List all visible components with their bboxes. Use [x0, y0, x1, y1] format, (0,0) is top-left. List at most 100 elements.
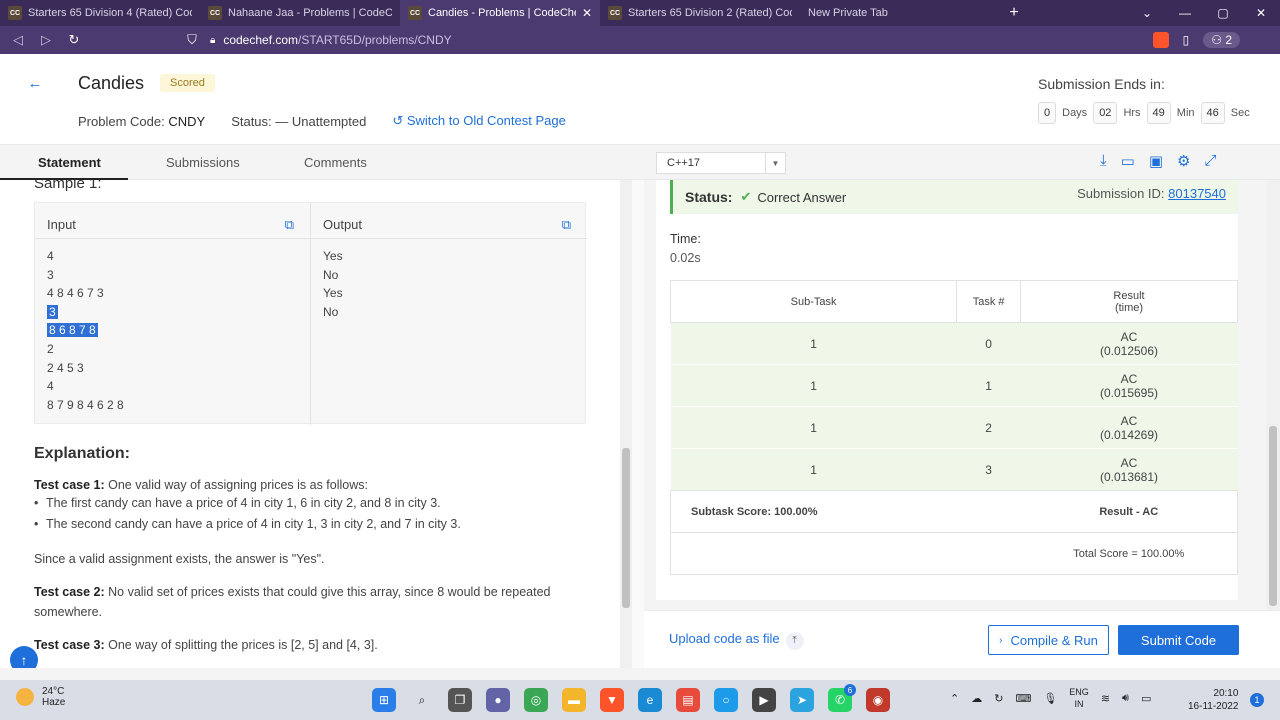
table-row: 10 AC (0.012506) [670, 322, 1238, 365]
search-icon[interactable]: ⌕ [410, 688, 434, 712]
play-icon: › [999, 634, 1003, 646]
chevron-up-icon[interactable]: ⌃ [950, 692, 959, 705]
table-row: 11 AC (0.015695) [670, 364, 1238, 407]
language-indicator[interactable]: ENG IN [1069, 686, 1089, 710]
private-profile-button[interactable]: ⚇ 2 [1203, 32, 1240, 48]
history-icon: ↺ [392, 113, 404, 128]
problem-tabs-bar: Statement Submissions Comments C++17 ▼ ⤓… [0, 144, 1280, 181]
chrome-icon[interactable]: ◎ [524, 688, 548, 712]
selected-text: 3 [47, 304, 58, 319]
new-tab-icon[interactable]: + [1000, 0, 1028, 26]
media-player-icon[interactable]: ▶ [752, 688, 776, 712]
close-window-icon[interactable]: ✕ [1242, 0, 1280, 26]
tab-submissions[interactable]: Submissions [166, 155, 240, 170]
taskbar-apps: ⊞ ⌕ ❐ ● ◎ ▬ ▼ e ▤ ○ ▶ ➤ ✆ 6 ◉ [372, 684, 890, 712]
minimize-icon[interactable]: — [1166, 0, 1204, 26]
close-tab-icon[interactable]: ✕ [582, 6, 592, 20]
explanation-bullet: The second candy can have a price of 4 i… [34, 517, 461, 531]
sidebar-toggle-icon[interactable]: ▯ [1183, 33, 1190, 47]
browser-tab-active[interactable]: CC Candies - Problems | CodeChef ✕ [400, 0, 600, 26]
download-icon[interactable]: ⤓ [1100, 152, 1107, 170]
brave-shield-icon[interactable] [1152, 32, 1169, 48]
explanation-since: Since a valid assignment exists, the ans… [34, 552, 325, 566]
submission-status: Status: ✔ Correct Answer Submission ID: … [670, 180, 1238, 214]
chevron-down-icon: ▼ [765, 153, 785, 173]
telegram-icon[interactable]: ➤ [790, 688, 814, 712]
browser-tab[interactable]: CC Nahaane Jaa - Problems | CodeChef [200, 0, 400, 26]
sync-icon[interactable]: ↻ [994, 692, 1003, 705]
battery-icon[interactable]: ▭ [1141, 692, 1151, 705]
page-title: Candies [78, 73, 145, 93]
forward-nav-icon[interactable]: ▷ [32, 32, 60, 48]
lock-icon: 🔒︎ [210, 34, 216, 46]
problem-code: CNDY [168, 113, 206, 129]
codechef-favicon-icon: CC [208, 6, 222, 20]
notification-badge[interactable]: 1 [1250, 693, 1264, 707]
edge-icon[interactable]: e [638, 688, 662, 712]
statement-scrollbar[interactable] [620, 180, 632, 668]
tab-list-icon[interactable]: ⌄ [1128, 0, 1166, 26]
microphone-icon[interactable]: 🎙︎ [1043, 692, 1057, 705]
tab-comments[interactable]: Comments [304, 155, 367, 170]
wifi-icon[interactable]: ≋ [1101, 692, 1110, 705]
layout-icon[interactable]: ▭ [1121, 152, 1135, 170]
compile-run-button[interactable]: › Compile & Run [988, 625, 1109, 655]
recorder-icon[interactable]: ◉ [866, 688, 890, 712]
address-bar: ◁ ▷ ↻ ⛉ 🔒︎ codechef.com/START65D/problem… [0, 26, 1280, 54]
check-icon: ✔ [740, 189, 752, 204]
url-field[interactable]: 🔒︎ codechef.com/START65D/problems/CNDY [210, 30, 1040, 50]
upload-icon: ⤒ [785, 632, 804, 650]
file-explorer-icon[interactable]: ▬ [562, 688, 586, 712]
address-bar-right: ▯ ⚇ 2 [1152, 26, 1280, 54]
tab-statement[interactable]: Statement [38, 155, 101, 170]
explanation-tc2: Test case 2: No valid set of prices exis… [34, 585, 551, 619]
task-view-icon[interactable]: ❐ [448, 688, 472, 712]
result-scrollbar[interactable] [1266, 180, 1280, 610]
browser-tab[interactable]: CCStarters 65 Division 4 (Rated) Coding … [0, 0, 200, 26]
switch-old-contest-link[interactable]: ↺ Switch to Old Contest Page [392, 113, 566, 129]
timer-minutes: 49 [1146, 102, 1171, 124]
brave-browser-icon[interactable]: ▼ [600, 688, 624, 712]
settings-gear-icon[interactable]: ⚙ [1177, 152, 1190, 170]
reload-icon[interactable]: ↻ [60, 32, 88, 48]
system-clock[interactable]: 20:10 16-11-2022 [1188, 687, 1238, 713]
codechef-favicon-icon: CC [608, 6, 622, 20]
fullscreen-icon[interactable]: ⤢ [1204, 152, 1216, 170]
whatsapp-badge: 6 [844, 684, 856, 696]
teams-chat-icon[interactable]: ● [486, 688, 510, 712]
timer-seconds: 46 [1200, 102, 1225, 124]
maximize-icon[interactable]: ▢ [1204, 0, 1242, 26]
cloud-icon[interactable]: ☁ [971, 692, 982, 705]
panel-splitter[interactable] [632, 180, 644, 668]
browser-tab[interactable]: CCStarters 65 Division 2 (Rated) Coding … [600, 0, 800, 26]
browser-tab[interactable]: New Private Tab [800, 0, 1000, 26]
whatsapp-icon[interactable]: ✆ 6 [828, 684, 856, 712]
problem-meta: Problem Code: CNDY Status: — Unattempted… [78, 113, 566, 129]
cortana-icon[interactable]: ○ [714, 688, 738, 712]
horizontal-scrollbar[interactable] [0, 668, 1280, 680]
table-row: 12 AC (0.014269) [670, 406, 1238, 449]
back-arrow-icon[interactable]: ← [24, 72, 46, 94]
office-icon[interactable]: ▤ [676, 688, 700, 712]
scored-badge: Scored [160, 74, 215, 92]
statement-panel: Sample 1: Input ⧉ 4 3 4 8 4 6 7 3 3 8 6 8… [0, 180, 632, 668]
save-icon[interactable]: ▣ [1149, 152, 1163, 170]
upload-code-link[interactable]: Upload code as file ⤒ [669, 631, 804, 650]
weather-widget[interactable]: 24°C Haze [16, 686, 65, 708]
windows-taskbar: 24°C Haze ⊞ ⌕ ❐ ● ◎ ▬ ▼ e ▤ ○ ▶ ➤ ✆ 6 ◉ ⌃ … [0, 680, 1280, 720]
submission-id-link[interactable]: 80137540 [1168, 186, 1226, 201]
timer-days: 0 [1038, 102, 1057, 124]
sample-io-box: Input ⧉ 4 3 4 8 4 6 7 3 3 8 6 8 7 8 2 2 4… [34, 202, 587, 425]
language-select[interactable]: C++17 ▼ [656, 152, 786, 174]
keyboard-icon[interactable]: ⌨ [1015, 692, 1031, 705]
copy-output-icon[interactable]: ⧉ [562, 217, 571, 233]
explanation-bullet: The first candy can have a price of 4 in… [34, 496, 441, 510]
weather-icon [16, 688, 34, 706]
bookmark-icon[interactable]: ⛉ [178, 32, 206, 48]
sample-input: Input ⧉ 4 3 4 8 4 6 7 3 3 8 6 8 7 8 2 2 4… [35, 203, 311, 425]
volume-icon[interactable]: 🔊︎ [1122, 692, 1129, 705]
back-nav-icon[interactable]: ◁ [4, 32, 32, 48]
submit-code-button[interactable]: Submit Code [1118, 625, 1239, 655]
copy-input-icon[interactable]: ⧉ [285, 217, 294, 233]
start-windows-icon[interactable]: ⊞ [372, 688, 396, 712]
